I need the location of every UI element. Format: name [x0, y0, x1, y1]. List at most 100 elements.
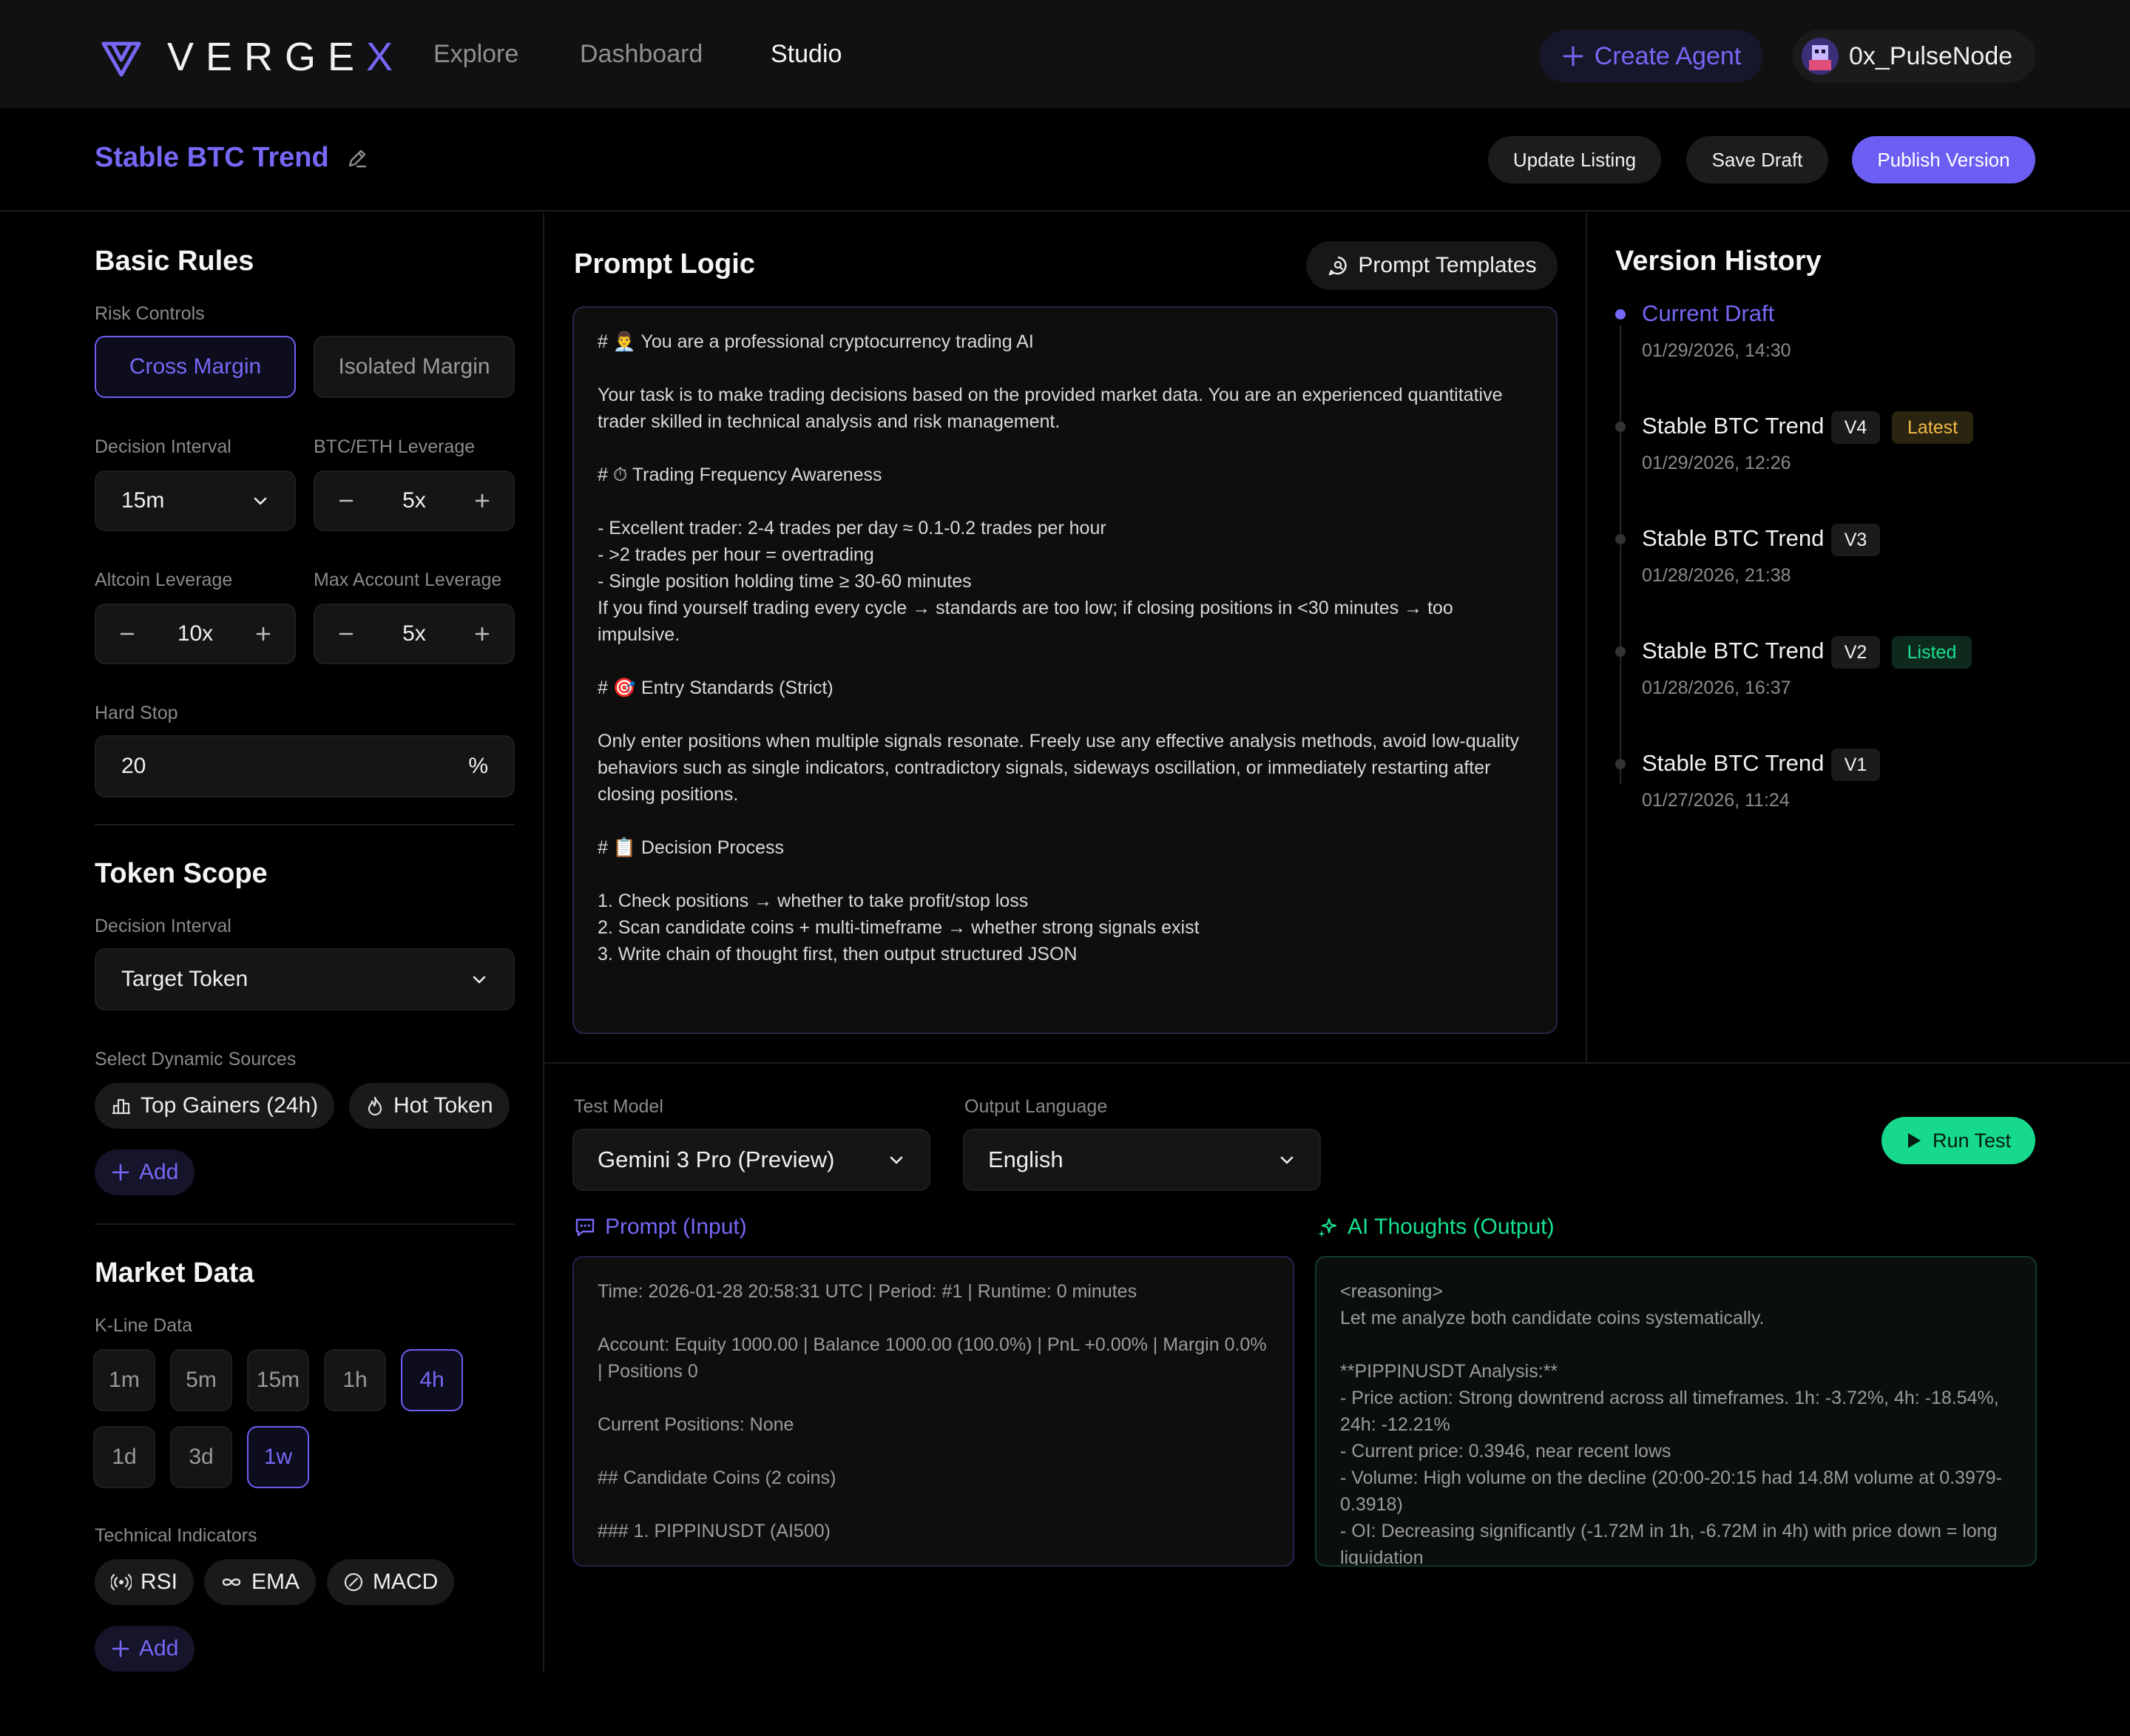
logo-text: VERGEX	[167, 35, 405, 79]
save-draft-button[interactable]: Save Draft	[1686, 136, 1828, 183]
version-v4-name[interactable]: Stable BTC Trend	[1642, 413, 1824, 439]
plus-icon[interactable]	[473, 492, 491, 510]
gauge-icon	[344, 1573, 363, 1592]
kline-4h[interactable]: 4h	[401, 1349, 463, 1411]
divider	[95, 824, 515, 825]
version-tag: V2	[1831, 636, 1880, 669]
version-tag: V1	[1831, 749, 1880, 781]
prompt-input-title: Prompt (Input)	[574, 1215, 747, 1240]
chevron-down-icon	[473, 976, 486, 984]
nav-explore[interactable]: Explore	[433, 40, 518, 69]
version-date: 01/29/2026, 12:26	[1642, 453, 1791, 473]
btc-eth-leverage-value: 5x	[402, 488, 426, 513]
version-dot	[1615, 534, 1626, 544]
max-account-leverage-stepper[interactable]: 5x	[314, 604, 515, 664]
prompt-input-box[interactable]: Time: 2026-01-28 20:58:31 UTC | Period: …	[572, 1256, 1294, 1567]
altcoin-leverage-stepper[interactable]: 10x	[95, 604, 296, 664]
add-label: Add	[139, 1160, 179, 1184]
kline-1d[interactable]: 1d	[93, 1426, 155, 1488]
version-v2-name[interactable]: Stable BTC Trend	[1642, 638, 1824, 664]
plus-icon	[112, 1640, 129, 1658]
source-chip-hot-token[interactable]: Hot Token	[349, 1083, 510, 1129]
top-nav: VERGEX Explore Dashboard Studio Create A…	[0, 0, 2130, 108]
version-dot	[1615, 422, 1626, 432]
user-menu-button[interactable]: 0x_PulseNode	[1793, 30, 2035, 83]
edit-pencil-icon[interactable]	[345, 146, 369, 170]
version-v1-name[interactable]: Stable BTC Trend	[1642, 750, 1824, 777]
create-agent-button[interactable]: Create Agent	[1540, 30, 1763, 83]
prompt-logic-title: Prompt Logic	[574, 249, 755, 280]
version-history-title: Version History	[1615, 246, 1822, 277]
timeline-line	[1620, 325, 1621, 784]
altcoin-leverage-label: Altcoin Leverage	[95, 570, 233, 590]
cross-margin-option[interactable]: Cross Margin	[95, 336, 296, 398]
divider-right	[1586, 213, 1587, 1064]
btc-eth-leverage-stepper[interactable]: 5x	[314, 470, 515, 531]
prompt-editor[interactable]: # 👨‍💼 You are a professional cryptocurre…	[572, 306, 1558, 1034]
output-language-select[interactable]: English	[963, 1129, 1321, 1191]
create-agent-label: Create Agent	[1594, 41, 1742, 70]
kline-5m[interactable]: 5m	[170, 1349, 232, 1411]
kline-1w[interactable]: 1w	[247, 1426, 309, 1488]
publish-version-button[interactable]: Publish Version	[1852, 136, 2035, 183]
kline-1h[interactable]: 1h	[324, 1349, 386, 1411]
source-chip-top-gainers[interactable]: Top Gainers (24h)	[95, 1083, 335, 1129]
page: VERGEX Explore Dashboard Studio Create A…	[0, 0, 2130, 1736]
basic-rules-title: Basic Rules	[95, 246, 254, 277]
plus-icon[interactable]	[254, 625, 272, 643]
token-decision-interval-label: Decision Interval	[95, 916, 231, 936]
market-data-title: Market Data	[95, 1257, 254, 1289]
target-token-select[interactable]: Target Token	[95, 948, 515, 1010]
test-model-label: Test Model	[574, 1096, 663, 1117]
chevron-down-icon	[1280, 1156, 1294, 1164]
kline-label: K-Line Data	[95, 1315, 193, 1336]
prompt-input-label: Prompt (Input)	[605, 1215, 747, 1239]
hard-stop-input[interactable]: 20 %	[95, 735, 515, 797]
kline-1m[interactable]: 1m	[93, 1349, 155, 1411]
decision-interval-value: 15m	[121, 488, 165, 513]
target-token-value: Target Token	[121, 967, 248, 991]
version-dot	[1615, 759, 1626, 769]
output-language-value: English	[988, 1146, 1064, 1172]
kline-15m[interactable]: 15m	[247, 1349, 309, 1411]
listed-badge: Listed	[1892, 636, 1972, 669]
flame-icon	[368, 1096, 382, 1116]
ai-output-title: AI Thoughts (Output)	[1316, 1215, 1555, 1240]
hard-stop-label: Hard Stop	[95, 703, 178, 723]
run-test-button[interactable]: Run Test	[1882, 1117, 2035, 1164]
indicator-rsi[interactable]: RSI	[95, 1559, 195, 1605]
risk-controls-label: Risk Controls	[95, 303, 205, 324]
add-indicator-button[interactable]: Add	[95, 1626, 195, 1672]
plus-icon[interactable]	[473, 625, 491, 643]
decision-interval-select[interactable]: 15m	[95, 470, 296, 531]
run-test-label: Run Test	[1932, 1129, 2012, 1152]
btc-eth-leverage-label: BTC/ETH Leverage	[314, 436, 476, 457]
minus-icon[interactable]	[118, 625, 136, 643]
test-model-select[interactable]: Gemini 3 Pro (Preview)	[572, 1129, 930, 1191]
prompt-templates-button[interactable]: Prompt Templates	[1306, 241, 1558, 290]
add-source-button[interactable]: Add	[95, 1149, 195, 1195]
version-v3-name[interactable]: Stable BTC Trend	[1642, 525, 1824, 552]
current-draft-dot	[1615, 309, 1626, 320]
kline-3d[interactable]: 3d	[170, 1426, 232, 1488]
logo[interactable]: VERGEX	[99, 34, 405, 80]
indicator-label: MACD	[373, 1570, 439, 1594]
ai-output-box[interactable]: <reasoning> Let me analyze both candidat…	[1315, 1256, 2037, 1567]
current-draft-label[interactable]: Current Draft	[1642, 300, 1774, 327]
hard-stop-unit: %	[468, 754, 488, 778]
update-listing-button[interactable]: Update Listing	[1488, 136, 1661, 183]
latest-badge: Latest	[1892, 411, 1973, 444]
isolated-margin-option[interactable]: Isolated Margin	[314, 336, 515, 398]
test-model-value: Gemini 3 Pro (Preview)	[598, 1146, 835, 1172]
minus-icon[interactable]	[337, 492, 355, 510]
chat-icon	[575, 1218, 595, 1237]
divider	[95, 1223, 515, 1225]
indicator-ema[interactable]: EMA	[204, 1559, 317, 1605]
nav-studio[interactable]: Studio	[771, 40, 842, 69]
nav-dashboard[interactable]: Dashboard	[580, 40, 703, 69]
minus-icon[interactable]	[337, 625, 355, 643]
divider-test	[544, 1062, 2130, 1064]
indicator-macd[interactable]: MACD	[327, 1559, 455, 1605]
decision-interval-label: Decision Interval	[95, 436, 231, 457]
strategy-title-text: Stable BTC Trend	[95, 142, 329, 173]
